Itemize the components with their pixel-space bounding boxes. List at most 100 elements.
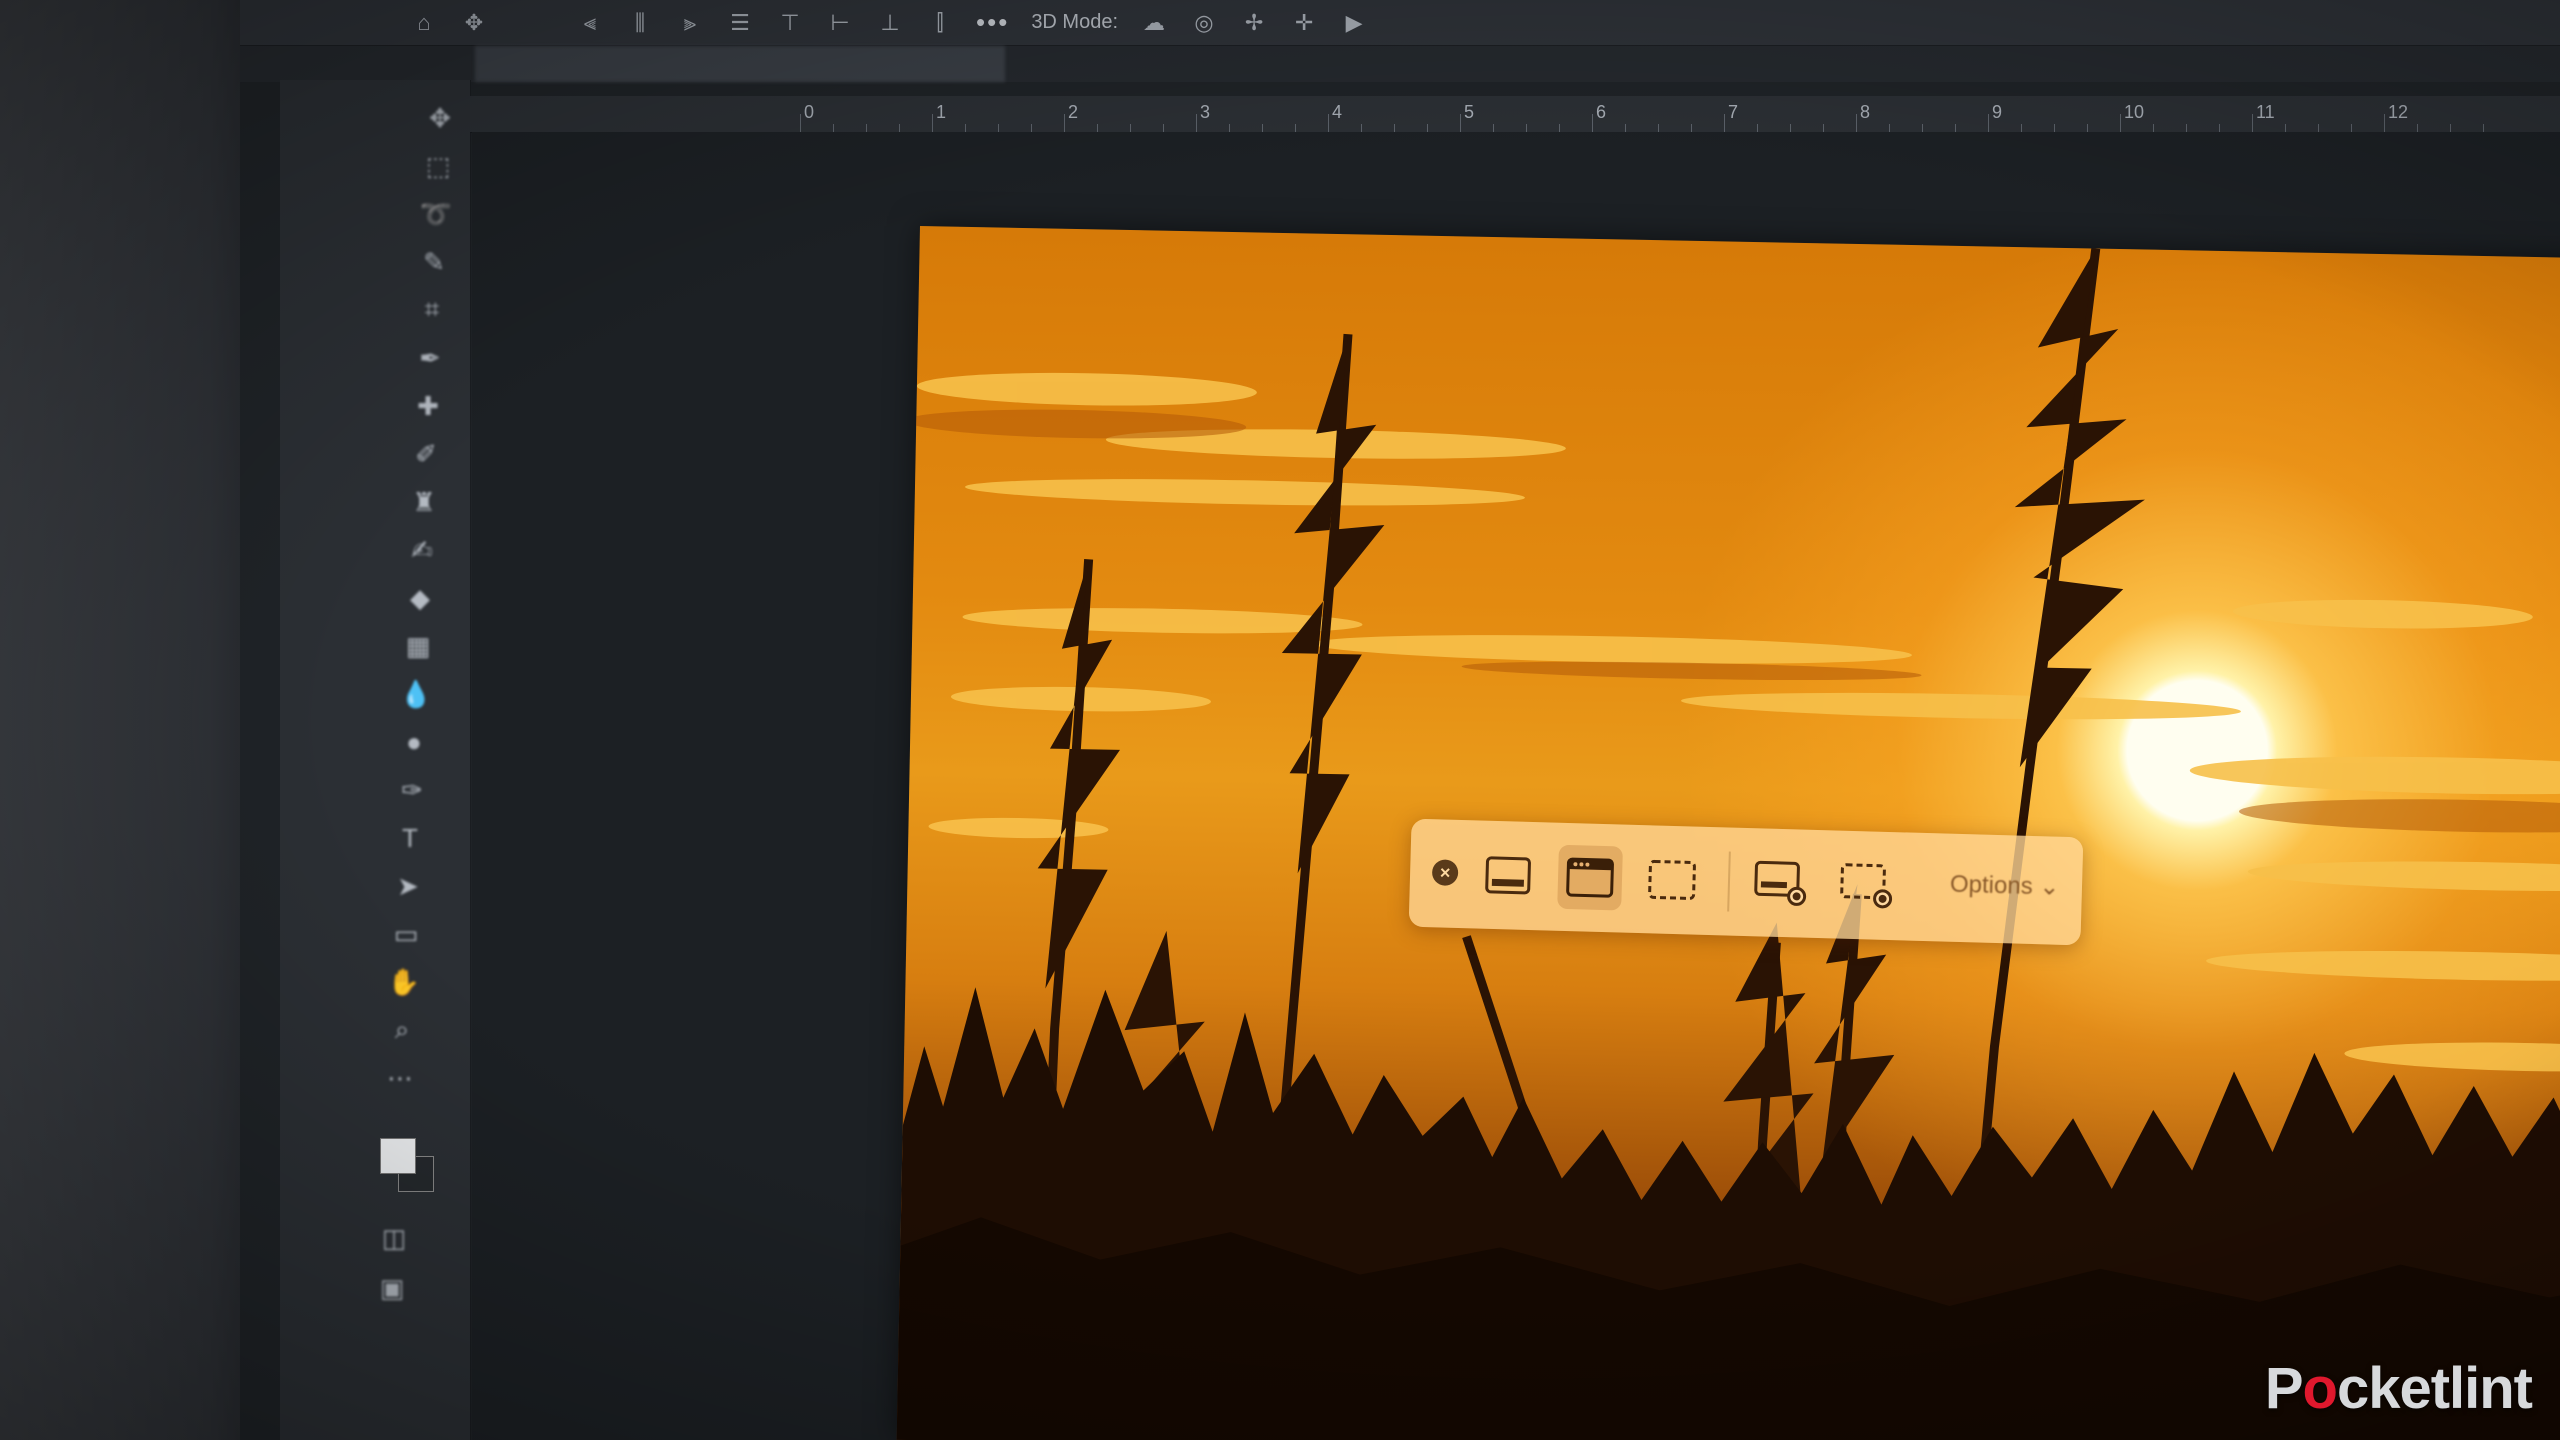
ruler-tick	[2417, 124, 2418, 132]
type-tool-icon[interactable]: T	[392, 820, 428, 856]
ruler-tick	[2252, 114, 2253, 132]
crop-tool-icon[interactable]: ⌗	[414, 292, 450, 328]
options-dropdown[interactable]: Options ⌄	[1950, 870, 2060, 902]
close-icon[interactable]: ×	[1431, 859, 1459, 886]
healing-brush-icon[interactable]: ✚	[410, 388, 446, 424]
ruler-number: 7	[1728, 102, 1739, 122]
ruler-tick	[1856, 114, 1857, 132]
home-icon[interactable]: ⌂	[410, 10, 438, 35]
eraser-tool-icon[interactable]: ◆	[402, 580, 438, 616]
path-select-icon[interactable]: ➤	[390, 868, 426, 904]
ruler-tick	[2384, 114, 2385, 132]
align-middle-icon[interactable]: ⊢	[826, 10, 854, 35]
ruler-tick	[1361, 124, 1362, 132]
foreground-color-swatch[interactable]	[380, 1138, 416, 1174]
ruler-tick	[1592, 114, 1593, 132]
photoshop-window: ⌂ ✥ ⫷ ⫼ ⫸ ☰ ⊤ ⊢ ⊥ ⫿ ••• 3D Mode: ☁ ◎ ✢ ✛…	[240, 0, 2560, 1440]
ruler-tick	[1427, 124, 1428, 132]
align-top-icon[interactable]: ⊤	[776, 10, 804, 35]
ruler-tick	[2318, 124, 2319, 132]
align-center-icon[interactable]: ⫼	[626, 10, 654, 35]
capture-selected-window-button[interactable]	[1557, 844, 1623, 911]
ruler-tick	[2219, 124, 2220, 132]
edit-toolbar-icon[interactable]: ⋯	[382, 1060, 418, 1096]
hand-tool-icon[interactable]: ✋	[386, 964, 422, 1000]
align-right-icon[interactable]: ⫸	[676, 10, 704, 35]
pan-3d-icon[interactable]: ✢	[1240, 10, 1268, 35]
roll-3d-icon[interactable]: ◎	[1190, 10, 1218, 35]
ruler-tick	[1328, 114, 1329, 132]
ruler-tick	[1031, 124, 1032, 132]
horizontal-ruler: 0 1 2 3 4 5 6 7 8 9 10 11 12	[470, 96, 2560, 133]
ruler-tick	[1988, 114, 1989, 132]
record-selected-portion-button[interactable]	[1833, 852, 1899, 918]
ruler-tick	[1922, 124, 1923, 132]
tools-panel: ✥ ⬚ ➰ ✎ ⌗ ✒ ✚ ✐ ♜ ✍ ◆ ▦ 💧 ● ✑ T ➤ ▭ ✋ ⌕ …	[280, 80, 471, 1440]
quick-mask-icon[interactable]: ◫	[376, 1220, 412, 1256]
ruler-tick	[1163, 124, 1164, 132]
distribute-icon[interactable]: ⫿	[926, 10, 954, 35]
pen-tool-icon[interactable]: ✑	[394, 772, 430, 808]
ruler-tick	[1460, 114, 1461, 132]
ruler-tick	[2087, 124, 2088, 132]
move-tool-icon[interactable]: ✥	[422, 100, 458, 136]
toolbar-divider	[1727, 851, 1731, 912]
record-entire-screen-button[interactable]	[1747, 850, 1813, 916]
ruler-number: 8	[1860, 102, 1871, 122]
zoom-tool-icon[interactable]: ⌕	[384, 1012, 420, 1048]
ruler-tick	[2351, 124, 2352, 132]
ruler-number: 1	[936, 102, 947, 122]
selection-icon	[1648, 859, 1696, 900]
ruler-tick	[1955, 124, 1956, 132]
ruler-tick	[1394, 124, 1395, 132]
ruler-tick	[1526, 124, 1527, 132]
lasso-tool-icon[interactable]: ➰	[418, 196, 454, 232]
more-options-button[interactable]: •••	[976, 7, 1009, 38]
ruler-tick	[965, 124, 966, 132]
dodge-tool-icon[interactable]: ●	[396, 724, 432, 760]
ruler-number: 4	[1332, 102, 1343, 122]
brush-tool-icon[interactable]: ✐	[408, 436, 444, 472]
ruler-number: 5	[1464, 102, 1475, 122]
align-bottom-icon[interactable]: ⊥	[876, 10, 904, 35]
ruler-tick	[2054, 124, 2055, 132]
ruler-number: 10	[2124, 102, 2145, 122]
ruler-tick	[1790, 124, 1791, 132]
eyedropper-tool-icon[interactable]: ✒	[412, 340, 448, 376]
ruler-tick	[2153, 124, 2154, 132]
ruler-tick	[866, 124, 867, 132]
align-left-icon[interactable]: ⫷	[576, 10, 604, 35]
ruler-number: 3	[1200, 102, 1211, 122]
pocketlint-logo: Pocketlint	[2264, 1356, 2533, 1421]
ruler-tick	[932, 114, 933, 132]
ruler-tick	[1493, 124, 1494, 132]
document-tab[interactable]	[475, 46, 1005, 82]
stamp-tool-icon[interactable]: ♜	[406, 484, 442, 520]
gradient-tool-icon[interactable]: ▦	[400, 628, 436, 664]
ruler-tick	[1229, 124, 1230, 132]
ruler-tick	[2450, 124, 2451, 132]
window-icon	[1566, 857, 1614, 898]
ruler-tick	[1097, 124, 1098, 132]
capture-selected-portion-button[interactable]	[1639, 847, 1705, 913]
align-spread-icon[interactable]: ☰	[726, 10, 754, 35]
options-bar: ⌂ ✥ ⫷ ⫼ ⫸ ☰ ⊤ ⊢ ⊥ ⫿ ••• 3D Mode: ☁ ◎ ✢ ✛…	[240, 0, 2560, 46]
camera-3d-icon[interactable]: ▶	[1340, 10, 1368, 35]
marquee-tool-icon[interactable]: ⬚	[420, 148, 456, 184]
ruler-tick	[998, 124, 999, 132]
orbit-3d-icon[interactable]: ☁	[1140, 10, 1168, 35]
ruler-tick	[2021, 124, 2022, 132]
ruler-number: 2	[1068, 102, 1079, 122]
blur-tool-icon[interactable]: 💧	[398, 676, 434, 712]
history-brush-icon[interactable]: ✍	[404, 532, 440, 568]
record-selection-icon	[1840, 863, 1893, 909]
record-screen-icon	[1754, 860, 1807, 906]
shape-tool-icon[interactable]: ▭	[388, 916, 424, 952]
move-tool-icon[interactable]: ✥	[460, 10, 488, 35]
slide-3d-icon[interactable]: ✛	[1290, 10, 1318, 35]
capture-entire-screen-button[interactable]	[1475, 842, 1541, 908]
screen-mode-icon[interactable]: ▣	[374, 1270, 410, 1306]
quick-select-tool-icon[interactable]: ✎	[416, 244, 452, 280]
ruler-tick	[1757, 124, 1758, 132]
ruler-tick	[1295, 124, 1296, 132]
